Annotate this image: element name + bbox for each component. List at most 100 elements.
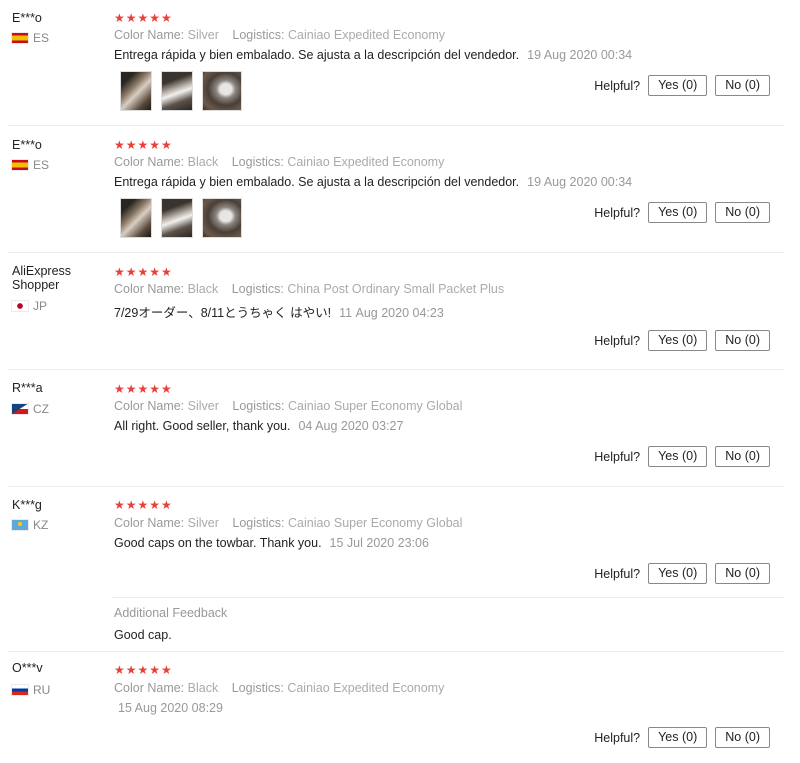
logistics-label: Logistics:: [231, 681, 284, 695]
helpful-row: Helpful? Yes (0) No (0): [594, 446, 770, 467]
review-meta: Color Name: Silver Logistics: Cainiao Su…: [114, 516, 472, 530]
review-text: All right. Good seller, thank you.: [114, 419, 291, 433]
review-meta: Color Name: Silver Logistics: Cainiao Su…: [114, 399, 472, 413]
helpful-no-button[interactable]: No (0): [715, 330, 770, 351]
star-rating: ★★★★★: [114, 11, 173, 25]
review-meta: Color Name: Black Logistics: Cainiao Exp…: [114, 681, 454, 695]
helpful-row: Helpful? Yes (0) No (0): [594, 330, 770, 351]
logistics-label: Logistics:: [232, 28, 285, 42]
color-value: Silver: [187, 399, 219, 413]
star-rating: ★★★★★: [114, 498, 173, 512]
review-photos: [120, 71, 242, 111]
star-rating: ★★★★★: [114, 138, 173, 152]
reviewer-name: AliExpress Shopper: [12, 264, 102, 292]
review-photo[interactable]: [161, 71, 193, 111]
review-text: Entrega rápida y bien embalado. Se ajust…: [114, 48, 520, 62]
reviewer-name: R***a: [12, 381, 43, 395]
helpful-label: Helpful?: [594, 566, 641, 581]
review-date: 11 Aug 2020 04:23: [339, 306, 444, 320]
reviewer-name: K***g: [12, 498, 42, 512]
review-photo[interactable]: [120, 71, 152, 111]
helpful-no-button[interactable]: No (0): [715, 727, 770, 748]
helpful-row: Helpful? Yes (0) No (0): [594, 727, 770, 748]
review-text: Good caps on the towbar. Thank you.: [114, 536, 322, 550]
reviewer-country: ES: [12, 31, 49, 45]
color-label: Color Name:: [114, 28, 185, 42]
divider: [8, 651, 784, 652]
country-code: KZ: [33, 518, 49, 532]
divider: [8, 486, 784, 487]
review-photos: [120, 198, 242, 238]
color-value: Silver: [187, 28, 219, 42]
helpful-label: Helpful?: [594, 730, 641, 745]
review-text-line: Entrega rápida y bien embalado. Se ajust…: [114, 175, 632, 189]
review-date: 19 Aug 2020 00:34: [527, 48, 633, 62]
country-code: CZ: [33, 402, 49, 416]
reviewer-name: E***o: [12, 138, 42, 152]
reviewer-country: RU: [12, 683, 50, 697]
review-date: 19 Aug 2020 00:34: [527, 175, 633, 189]
reviewer-name: O***v: [12, 661, 43, 675]
review-meta: Color Name: Black Logistics: China Post …: [114, 282, 514, 296]
color-value: Silver: [187, 516, 219, 530]
logistics-label: Logistics:: [232, 399, 285, 413]
helpful-row: Helpful? Yes (0) No (0): [594, 563, 770, 584]
czech-flag-icon: [12, 404, 28, 414]
review-photo[interactable]: [161, 198, 193, 238]
helpful-yes-button[interactable]: Yes (0): [648, 446, 708, 467]
helpful-label: Helpful?: [594, 449, 641, 464]
helpful-yes-button[interactable]: Yes (0): [648, 75, 708, 96]
country-code: ES: [33, 158, 50, 172]
helpful-no-button[interactable]: No (0): [715, 75, 770, 96]
country-code: RU: [33, 683, 51, 697]
review-text-line: Good caps on the towbar. Thank you. 15 Ju…: [114, 536, 429, 550]
color-label: Color Name:: [114, 399, 185, 413]
helpful-label: Helpful?: [594, 205, 641, 220]
star-rating: ★★★★★: [114, 382, 173, 396]
review-text-line: 7/29オーダー、8/11とうちゃく はやい! 11 Aug 2020 04:23: [114, 302, 444, 321]
review-meta: Color Name: Silver Logistics: Cainiao Ex…: [114, 28, 455, 42]
color-value: Black: [187, 282, 219, 296]
logistics-value: China Post Ordinary Small Packet Plus: [287, 282, 505, 296]
color-label: Color Name:: [114, 681, 185, 695]
color-value: Black: [187, 681, 219, 695]
logistics-label: Logistics:: [231, 155, 284, 169]
helpful-row: Helpful? Yes (0) No (0): [594, 202, 770, 223]
review-photo[interactable]: [202, 71, 242, 111]
review-date: 15 Aug 2020 08:29: [118, 701, 223, 715]
helpful-row: Helpful? Yes (0) No (0): [594, 75, 770, 96]
kazakhstan-flag-icon: [12, 520, 28, 530]
review-text-line: Entrega rápida y bien embalado. Se ajust…: [114, 48, 632, 62]
helpful-no-button[interactable]: No (0): [715, 446, 770, 467]
color-label: Color Name:: [114, 516, 185, 530]
star-rating: ★★★★★: [114, 265, 173, 279]
helpful-yes-button[interactable]: Yes (0): [648, 330, 708, 351]
reviewer-country: CZ: [12, 402, 49, 416]
color-label: Color Name:: [114, 155, 185, 169]
spain-flag-icon: [12, 33, 28, 43]
helpful-label: Helpful?: [594, 78, 641, 93]
review-photo[interactable]: [120, 198, 152, 238]
helpful-no-button[interactable]: No (0): [715, 202, 770, 223]
logistics-label: Logistics:: [232, 516, 285, 530]
review-text: 7/29オーダー、8/11とうちゃく はやい!: [114, 306, 332, 320]
additional-feedback-text: Good cap.: [114, 628, 172, 642]
helpful-yes-button[interactable]: Yes (0): [648, 202, 708, 223]
reviewer-name-line: Shopper: [12, 278, 60, 292]
logistics-value: Cainiao Expedited Economy: [288, 28, 446, 42]
review-text-line: All right. Good seller, thank you. 04 Aug…: [114, 419, 403, 433]
review-photo[interactable]: [202, 198, 242, 238]
color-value: Black: [187, 155, 219, 169]
divider: [8, 369, 784, 370]
divider: [112, 597, 784, 598]
logistics-value: Cainiao Expedited Economy: [287, 155, 445, 169]
review-meta: Color Name: Black Logistics: Cainiao Exp…: [114, 155, 454, 169]
review-text: Entrega rápida y bien embalado. Se ajust…: [114, 175, 520, 189]
helpful-yes-button[interactable]: Yes (0): [648, 563, 708, 584]
reviewer-country: ES: [12, 158, 49, 172]
additional-feedback-title: Additional Feedback: [114, 606, 228, 620]
star-rating: ★★★★★: [114, 663, 173, 677]
logistics-value: Cainiao Super Economy Global: [288, 516, 463, 530]
helpful-yes-button[interactable]: Yes (0): [648, 727, 708, 748]
helpful-no-button[interactable]: No (0): [715, 563, 770, 584]
